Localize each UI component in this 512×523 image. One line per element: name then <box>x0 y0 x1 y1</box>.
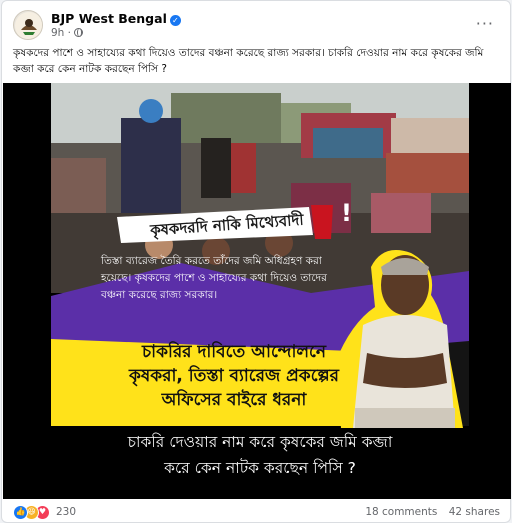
poster: কৃষকদরদি নাকি মিথ্যেবাদী ! তিস্তা ব্যারে… <box>51 83 469 499</box>
badge-exclamation: ! <box>341 199 352 227</box>
post-card: BJP West Bengal ✓ 9h · ··· কৃষকদের পাশে ও… <box>1 0 511 523</box>
post-caption: কৃষকদের পাশে ও সাহায্যের কথা দিয়েও তাদে… <box>13 47 484 75</box>
post-stats: 👍 😆 ♥ 230 18 comments 42 shares <box>13 505 500 521</box>
globe-icon <box>74 28 84 37</box>
verified-badge-icon: ✓ <box>169 15 181 26</box>
poster-body-text: তিস্তা ব্যারেজ তৈরি করতে তাঁদের জমি অধিগ… <box>101 255 327 301</box>
comments-count[interactable]: 18 comments <box>365 506 437 518</box>
yellow-line: অফিসের বাইরে ধরনা <box>161 390 307 410</box>
bjp-logo-icon <box>15 12 42 39</box>
poster-yellow-block: চাকরির দাবিতে আন্দোলনে কৃষকরা, তিস্তা ব্… <box>69 340 399 412</box>
post-time[interactable]: 9h · <box>51 27 71 39</box>
page-avatar[interactable] <box>13 10 43 40</box>
bottom-line: চাকরি দেওয়ার নাম করে কৃষকের জমি কব্জা <box>127 433 393 451</box>
post-header: BJP West Bengal ✓ 9h · ··· <box>13 10 500 40</box>
post-meta: 9h · <box>51 27 84 39</box>
shares-count[interactable]: 42 shares <box>449 506 500 518</box>
engagement-counts: 18 comments 42 shares <box>357 506 500 518</box>
bottom-line: করে কেন নাটক করছেন পিসি ? <box>164 459 356 477</box>
poster-bottom-text: চাকরি দেওয়ার নাম করে কৃষকের জমি কব্জা ক… <box>51 429 469 481</box>
yellow-line: চাকরির দাবিতে আন্দোলনে <box>141 342 327 362</box>
page-name-text[interactable]: BJP West Bengal <box>51 11 167 26</box>
more-options-icon[interactable]: ··· <box>476 14 494 33</box>
like-reaction-icon: 👍 <box>13 505 28 520</box>
post-image[interactable]: কৃষকদরদি নাকি মিথ্যেবাদী ! তিস্তা ব্যারে… <box>3 83 511 499</box>
yellow-line: কৃষকরা, তিস্তা ব্যারেজ প্রকল্পের <box>128 366 340 386</box>
page-name[interactable]: BJP West Bengal ✓ <box>51 11 181 26</box>
reaction-count[interactable]: 230 <box>56 506 76 518</box>
